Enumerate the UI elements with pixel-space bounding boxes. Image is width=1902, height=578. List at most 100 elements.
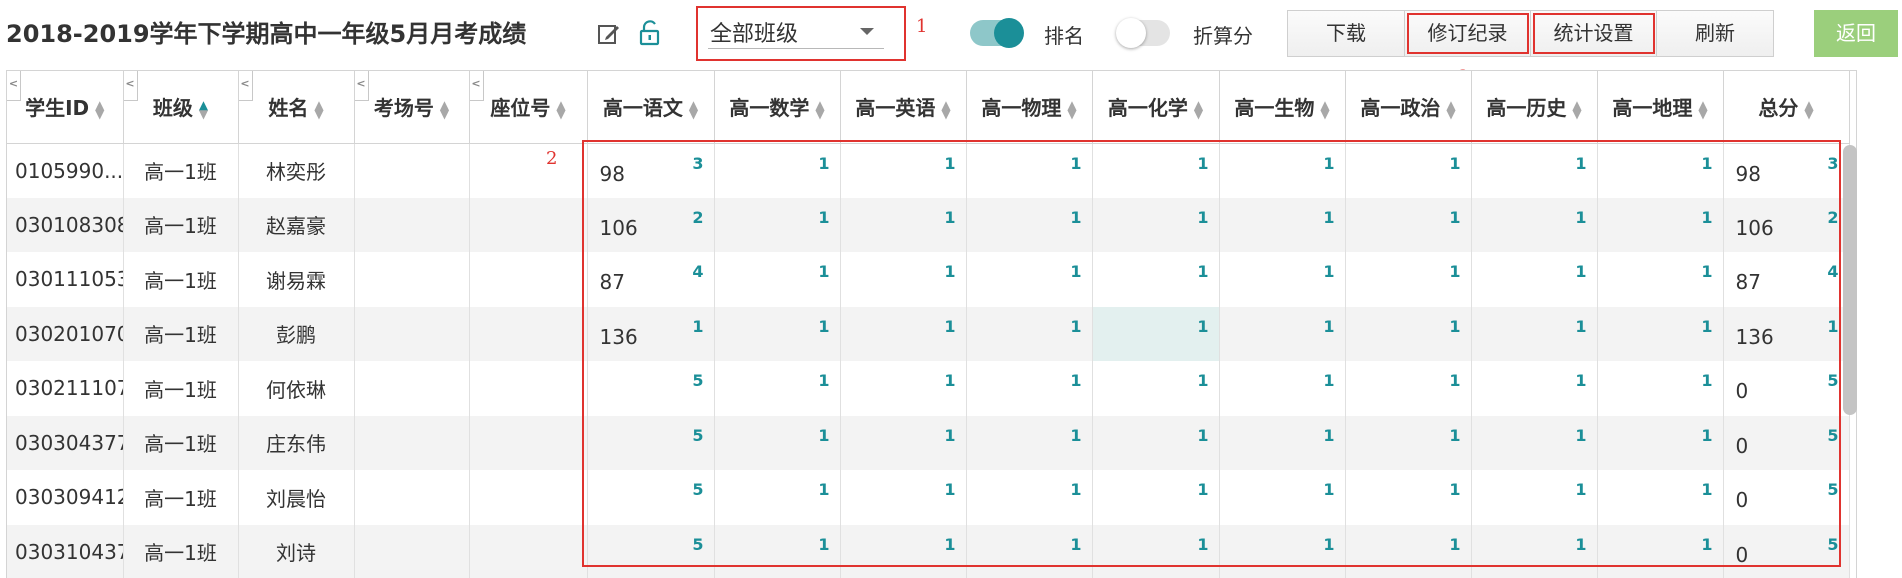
score-cell[interactable]: 1	[714, 252, 841, 307]
score-cell[interactable]: 1	[1092, 524, 1220, 578]
score-cell[interactable]: 1	[1092, 197, 1220, 252]
sort-icon[interactable]: ▲ ▼	[1572, 99, 1581, 120]
sort-icon[interactable]: ▲ ▼	[815, 99, 824, 120]
collapse-icon[interactable]: <	[7, 71, 21, 101]
score-cell[interactable]: 1	[1597, 415, 1724, 470]
score-cell[interactable]: 1	[966, 197, 1093, 252]
score-cell[interactable]: 1	[1597, 470, 1724, 525]
score-cell[interactable]: 1	[840, 415, 967, 470]
score-cell[interactable]: 1	[1345, 470, 1472, 525]
sort-icon[interactable]: ▲ ▼	[1320, 99, 1329, 120]
vertical-scrollbar[interactable]	[1843, 145, 1857, 415]
score-cell[interactable]: 1	[966, 306, 1093, 361]
score-cell[interactable]: 1	[1471, 415, 1598, 470]
sort-icon[interactable]: ▲ ▼	[1067, 99, 1076, 120]
sort-icon[interactable]: ▲ ▼	[314, 99, 323, 120]
collapse-icon[interactable]: <	[238, 71, 253, 101]
collapse-icon[interactable]: <	[354, 71, 369, 101]
score-cell[interactable]: 1	[1597, 252, 1724, 307]
column-header[interactable]: 高一政治 ▲ ▼	[1345, 71, 1472, 144]
score-cell[interactable]: 5	[587, 361, 715, 416]
score-cell[interactable]: 1	[1471, 524, 1598, 578]
score-cell[interactable]: 1	[1471, 197, 1598, 252]
score-cell[interactable]: 1	[966, 415, 1093, 470]
score-cell[interactable]: 1	[1597, 143, 1724, 198]
score-cell[interactable]: 1	[966, 470, 1093, 525]
score-cell[interactable]: 1	[1092, 415, 1220, 470]
score-cell[interactable]: 1	[1219, 306, 1346, 361]
score-cell[interactable]: 1	[840, 306, 967, 361]
column-header[interactable]: < 考场号 ▲ ▼	[354, 71, 470, 144]
score-cell[interactable]: 1	[1092, 252, 1220, 307]
score-cell[interactable]: 1	[966, 252, 1093, 307]
edit-icon[interactable]	[596, 21, 622, 47]
sort-icon[interactable]: ▲ ▼	[1446, 99, 1455, 120]
sort-icon[interactable]: ▲ ▼	[556, 99, 565, 120]
column-header[interactable]: 高一数学 ▲ ▼	[714, 71, 841, 144]
sort-icon[interactable]: ▲ ▼	[440, 99, 449, 120]
score-cell[interactable]: 1	[1092, 143, 1220, 198]
unlock-icon[interactable]	[637, 20, 663, 46]
score-cell[interactable]: 1	[1597, 197, 1724, 252]
score-cell[interactable]: 1	[1219, 524, 1346, 578]
score-cell[interactable]: 1	[1219, 197, 1346, 252]
score-cell[interactable]: 1	[1219, 252, 1346, 307]
score-cell[interactable]: 1	[1345, 143, 1472, 198]
sort-icon[interactable]: ▲ ▼	[1804, 99, 1813, 120]
column-header[interactable]: < 姓名 ▲ ▼	[238, 71, 355, 144]
collapse-icon[interactable]: <	[123, 71, 138, 101]
column-header[interactable]: < 班级 ▲ ▼	[123, 71, 239, 144]
sort-icon[interactable]: ▲ ▼	[199, 99, 208, 120]
score-cell[interactable]: 1	[840, 361, 967, 416]
score-cell[interactable]: 1	[1092, 470, 1220, 525]
sort-icon[interactable]: ▲ ▼	[95, 99, 104, 120]
score-cell[interactable]: 1	[1345, 524, 1472, 578]
score-cell[interactable]: 1	[1219, 415, 1346, 470]
rank-toggle[interactable]	[970, 18, 1024, 48]
score-cell[interactable]: 1	[714, 524, 841, 578]
score-cell[interactable]: 1	[840, 252, 967, 307]
score-cell[interactable]: 1	[1219, 361, 1346, 416]
score-cell[interactable]: 1	[1345, 415, 1472, 470]
column-header[interactable]: 高一语文 ▲ ▼	[587, 71, 715, 144]
score-cell[interactable]: 5	[587, 470, 715, 525]
refresh-button[interactable]: 刷新	[1657, 11, 1773, 56]
converted-score-toggle[interactable]	[1116, 18, 1170, 48]
sort-icon[interactable]: ▲ ▼	[689, 99, 698, 120]
download-button[interactable]: 下载	[1288, 11, 1405, 56]
score-cell[interactable]: 136 1	[587, 306, 715, 361]
score-cell[interactable]: 1	[1345, 252, 1472, 307]
score-cell[interactable]: 1	[1597, 361, 1724, 416]
score-cell[interactable]: 1	[714, 470, 841, 525]
column-header[interactable]: 高一物理 ▲ ▼	[966, 71, 1093, 144]
sort-icon[interactable]: ▲ ▼	[941, 99, 950, 120]
score-cell[interactable]: 1	[714, 197, 841, 252]
score-cell[interactable]: 1	[1471, 306, 1598, 361]
score-cell[interactable]: 1	[840, 524, 967, 578]
column-header[interactable]: < 座位号 ▲ ▼	[469, 71, 588, 144]
score-cell[interactable]: 1	[1597, 524, 1724, 578]
score-cell[interactable]: 1	[966, 361, 1093, 416]
score-cell[interactable]: 1	[714, 361, 841, 416]
score-cell[interactable]: 1	[1471, 252, 1598, 307]
score-cell[interactable]: 87 4	[587, 252, 715, 307]
score-cell[interactable]: 1	[1219, 470, 1346, 525]
score-cell[interactable]: 98 3	[587, 143, 715, 198]
score-cell[interactable]: 1	[1345, 197, 1472, 252]
score-cell[interactable]: 1	[840, 197, 967, 252]
column-header[interactable]: 高一生物 ▲ ▼	[1219, 71, 1346, 144]
score-cell[interactable]: 5	[587, 524, 715, 578]
revision-log-button[interactable]: 修订纪录	[1405, 11, 1531, 56]
score-cell[interactable]: 1	[714, 143, 841, 198]
score-cell[interactable]: 1	[1092, 306, 1220, 361]
score-cell[interactable]: 1	[1092, 361, 1220, 416]
score-cell[interactable]: 1	[1471, 361, 1598, 416]
column-header[interactable]: 总分 ▲ ▼	[1723, 71, 1850, 144]
back-button[interactable]: 返回	[1814, 10, 1898, 57]
column-header[interactable]: 高一历史 ▲ ▼	[1471, 71, 1598, 144]
score-cell[interactable]: 1	[1597, 306, 1724, 361]
score-cell[interactable]: 1	[1471, 470, 1598, 525]
score-cell[interactable]: 1	[1345, 306, 1472, 361]
sort-icon[interactable]: ▲ ▼	[1698, 99, 1707, 120]
collapse-icon[interactable]: <	[469, 71, 484, 101]
